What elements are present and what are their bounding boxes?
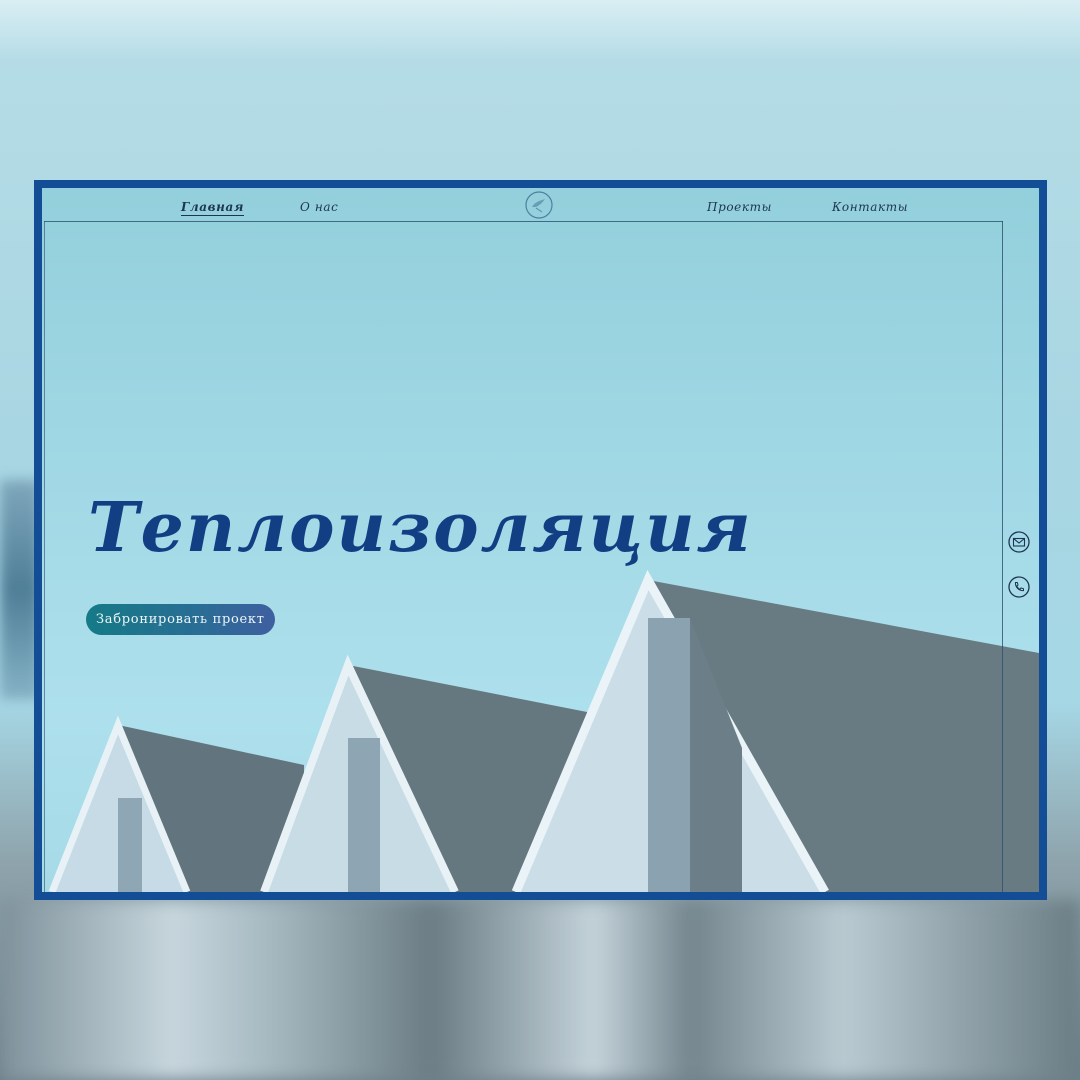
nav-contacts[interactable]: Контакты <box>832 200 908 214</box>
top-navigation: Главная О нас Проекты Контакты <box>42 188 1039 222</box>
bird-circle-logo-icon[interactable] <box>524 190 554 220</box>
grid-line-right <box>1002 221 1003 892</box>
nav-about[interactable]: О нас <box>300 200 338 214</box>
website-mockup-frame: Главная О нас Проекты Контакты Теплоизол… <box>34 180 1047 900</box>
backdrop-haze <box>0 0 1080 60</box>
phone-icon[interactable] <box>1008 576 1030 598</box>
grid-line-left <box>44 221 45 892</box>
backdrop-blurred-roofs <box>0 900 1080 1080</box>
nav-projects[interactable]: Проекты <box>707 200 772 214</box>
gable-2-shadow <box>348 738 380 892</box>
nav-home[interactable]: Главная <box>181 200 244 216</box>
gable-3-shadow <box>648 618 690 892</box>
envelope-icon[interactable] <box>1008 531 1030 553</box>
gable-1-shadow <box>118 798 142 892</box>
hero-title: Теплоизоляция <box>88 488 753 568</box>
book-project-button[interactable]: Забронировать проект <box>86 604 275 635</box>
